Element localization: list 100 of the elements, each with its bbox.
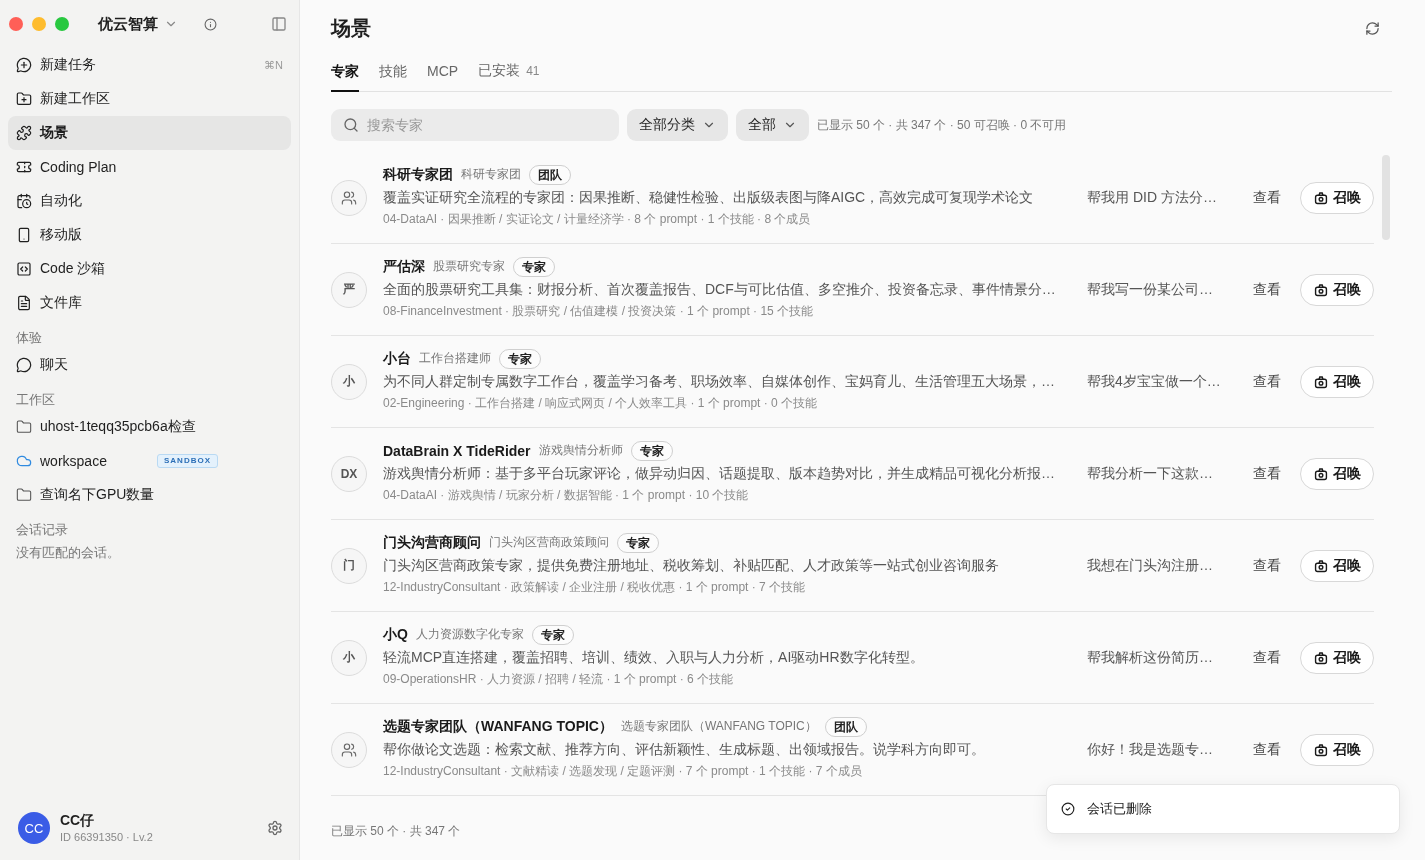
prompt-suggestion[interactable]: 我想在门头沟注册… (1087, 556, 1227, 575)
tab[interactable]: 已安装 41 (478, 56, 540, 92)
expert-role: 游戏舆情分析师 (538, 442, 623, 459)
sidebar-item[interactable]: 聊天 (8, 348, 291, 382)
tab[interactable]: 专家 (331, 56, 359, 92)
refresh-icon[interactable] (1365, 20, 1380, 36)
check-circle-icon (1061, 802, 1075, 816)
expert-name: 小Q (383, 625, 408, 644)
window-maximize-button[interactable] (55, 17, 69, 31)
tab[interactable]: MCP (427, 56, 459, 92)
camera-icon (1313, 282, 1328, 297)
camera-icon (1313, 558, 1328, 573)
expert-name: DataBrain X TideRider (383, 442, 531, 459)
camera-icon (1313, 374, 1328, 389)
view-link[interactable]: 查看 (1253, 648, 1281, 667)
summon-button[interactable]: 召唤 (1300, 457, 1374, 490)
nav-item[interactable]: Code 沙箱 (8, 252, 291, 286)
info-icon[interactable] (204, 17, 217, 31)
section-title: 会话记录 (15, 521, 69, 539)
expert-description: 覆盖实证研究全流程的专家团：因果推断、稳健性检验、出版级表图与降AIGC，高效完成可复现学术论文 (383, 187, 1035, 207)
prompt-suggestion[interactable]: 帮我写一份某公司… (1087, 280, 1227, 299)
search-field[interactable]: 搜索专家 (331, 109, 619, 141)
view-link[interactable]: 查看 (1253, 372, 1281, 391)
expert-meta: 04-DataAI · 游戏舆情 / 玩家分析 / 数据智能 · 1 个 prompt · 10 个技能 (383, 486, 750, 504)
summon-button[interactable]: 召唤 (1300, 181, 1374, 214)
toast-message: 会话已删除 (1087, 800, 1152, 818)
expert-role: 选题专家团队（WANFANG TOPIC） (620, 718, 817, 735)
view-link[interactable]: 查看 (1253, 740, 1281, 759)
expert-tag: 专家 (630, 440, 673, 461)
folder-icon (16, 487, 32, 503)
view-link[interactable]: 查看 (1253, 188, 1281, 207)
view-link[interactable]: 查看 (1253, 464, 1281, 483)
prompt-suggestion[interactable]: 你好！我是选题专… (1087, 740, 1227, 759)
summon-button[interactable]: 召唤 (1300, 641, 1374, 674)
expert-meta: 12-IndustryConsultant · 政策解读 / 企业注册 / 税收优惠 · 1 个 prompt · 7 个技能 (383, 578, 807, 596)
tab[interactable]: 技能 (379, 56, 407, 92)
nav-item[interactable]: 移动版 (8, 218, 291, 252)
expert-name: 严估深 (383, 257, 425, 276)
prompt-suggestion[interactable]: 帮我解析这份简历… (1087, 648, 1227, 667)
expert-description: 帮你做论文选题：检索文献、推荐方向、评估新颖性、生成标题、出领域报告。说学科方向即可。 (383, 739, 986, 759)
summon-button[interactable]: 召唤 (1300, 273, 1374, 306)
folder-plus-icon (16, 91, 32, 107)
sidebar-item[interactable]: uhost-1teqq35pcb6a检查 (8, 410, 291, 444)
expert-description: 门头沟区营商政策专家，提供免费注册地址、税收筹划、补贴匹配、人才政策等一站式创业咨询服务 (383, 555, 1000, 575)
expert-description: 为不同人群定制专属数字工作台，覆盖学习备考、职场效率、自媒体创作、宝妈育儿、生活管理五大场景，… (383, 371, 1056, 391)
nav-item[interactable]: 场景 (8, 116, 291, 150)
expert-meta: 09-OperationsHR · 人力资源 / 招聘 / 轻流 · 1 个 prompt · 6 个技能 (383, 670, 735, 688)
page-title: 场景 (331, 16, 371, 41)
expert-name: 科研专家团 (383, 165, 453, 184)
expert-tag: 专家 (617, 532, 659, 553)
nav-item[interactable]: 自动化 (8, 184, 291, 218)
user-avatar[interactable]: CC (18, 812, 50, 844)
nav-item[interactable]: 新建任务 ⌘N (8, 48, 291, 82)
view-link[interactable]: 查看 (1253, 556, 1281, 575)
code-icon (16, 261, 32, 277)
expert-name: 小台 (383, 349, 411, 368)
filter-dropdown[interactable]: 全部 (736, 109, 809, 141)
sidebar-item[interactable]: 查询名下GPU数量 (8, 478, 291, 512)
chat-plus-icon (16, 57, 32, 73)
sidebar-item[interactable]: workspace SANDBOX (8, 444, 291, 478)
summon-button[interactable]: 召唤 (1300, 549, 1374, 582)
scrollbar-thumb[interactable] (1382, 155, 1390, 240)
users-icon (331, 179, 367, 216)
phone-icon (16, 227, 32, 243)
expert-avatar: 严 (331, 271, 367, 308)
chat-icon (16, 357, 32, 373)
nav-item[interactable]: 文件库 (8, 286, 291, 320)
filter-dropdown[interactable]: 全部分类 (627, 109, 728, 141)
expert-tag: 团队 (824, 716, 867, 737)
sidebar-toggle-icon[interactable] (271, 16, 287, 32)
camera-icon (1313, 190, 1328, 205)
expert-tag: 专家 (513, 256, 555, 277)
prompt-suggestion[interactable]: 帮我用 DID 方法分… (1087, 188, 1227, 207)
expert-name: 选题专家团队（WANFANG TOPIC） (383, 717, 613, 736)
user-name: CC仔 (60, 811, 96, 829)
nav-item[interactable]: 新建工作区 (8, 82, 291, 116)
expert-role: 科研专家团 (461, 166, 521, 183)
expert-description: 轻流MCP直连搭建，覆盖招聘、培训、绩效、入职与人力分析，AI驱动HR数字化转型。 (383, 647, 925, 667)
empty-message: 没有匹配的会话。 (15, 544, 121, 562)
window-close-button[interactable] (9, 17, 23, 31)
app-switcher[interactable]: 优云智算 (98, 14, 178, 34)
prompt-suggestion[interactable]: 帮我4岁宝宝做一个… (1087, 372, 1227, 391)
window-minimize-button[interactable] (32, 17, 46, 31)
camera-icon (1313, 742, 1328, 757)
result-stats: 已显示 50 个 · 共 347 个 · 50 可召唤 · 0 不可用 (817, 116, 1067, 134)
expert-role: 股票研究专家 (433, 258, 505, 275)
expert-meta: 08-FinanceInvestment · 股票研究 / 估值建模 / 投资决策 · 1 个 prompt · 15 个技能 (383, 302, 815, 320)
camera-icon (1313, 650, 1328, 665)
section-title: 工作区 (15, 391, 56, 409)
user-id: ID 66391350 · Lv.2 (60, 830, 154, 845)
summon-button[interactable]: 召唤 (1300, 365, 1374, 398)
prompt-suggestion[interactable]: 帮我分析一下这款… (1087, 464, 1227, 483)
settings-icon[interactable] (267, 820, 283, 836)
list-summary: 已显示 50 个 · 共 347 个 (331, 822, 461, 840)
nav-item[interactable]: Coding Plan (8, 150, 291, 184)
puzzle-icon (16, 125, 32, 141)
summon-button[interactable]: 召唤 (1300, 733, 1374, 766)
expert-avatar: 小 (331, 363, 367, 400)
view-link[interactable]: 查看 (1253, 280, 1281, 299)
expert-avatar: 门 (331, 547, 367, 584)
